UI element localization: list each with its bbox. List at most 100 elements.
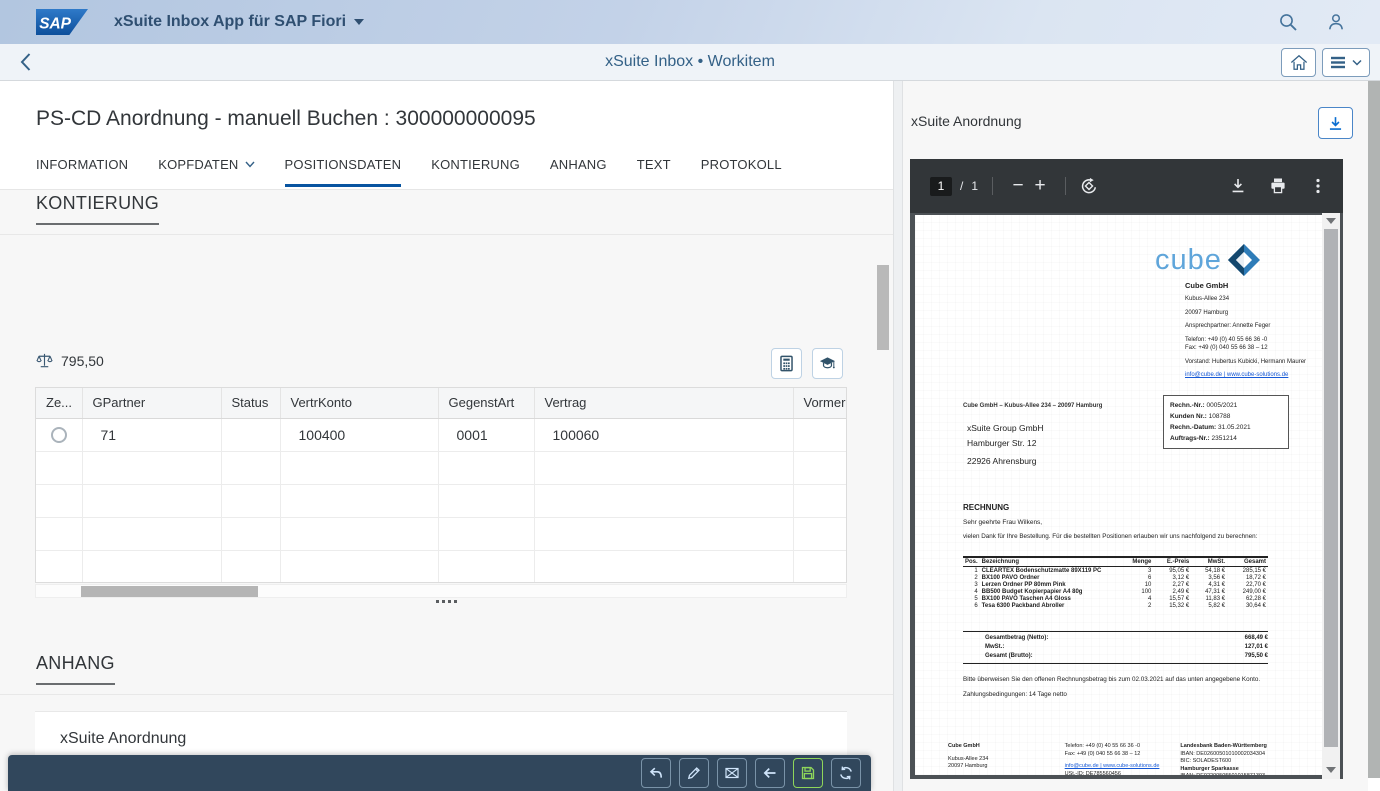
invoice-totals: Gesamtbetrag (Netto): 668,49 € MwSt.: 127,… — [963, 631, 1268, 664]
col-vormerk[interactable]: Vormerk — [793, 388, 846, 419]
tab-strip: INFORMATION KOPFDATEN POSITIONSDATEN KON… — [36, 157, 782, 187]
options-menu-button[interactable] — [1322, 47, 1370, 77]
resize-grip[interactable] — [436, 600, 457, 603]
table-row-empty[interactable] — [36, 451, 846, 485]
col-gpartner[interactable]: GPartner — [82, 388, 222, 419]
tab-information[interactable]: INFORMATION — [36, 157, 128, 187]
search-icon[interactable] — [1278, 12, 1298, 32]
invoice-page: cube Cube GmbH Kubus-Allee 234 20097 Ham… — [915, 215, 1322, 775]
table-row[interactable]: 71 100400 0001 100060 — [36, 418, 846, 452]
app-title-menu[interactable]: xSuite Inbox App für SAP Fiori — [114, 13, 365, 31]
table-horizontal-scrollbar[interactable] — [35, 584, 847, 598]
pdf-document-area: cube Cube GmbH Kubus-Allee 234 20097 Ham… — [910, 213, 1343, 779]
attachment-viewer-panel: xSuite Anordnung 1 / 1 − + cube Cube Gmb… — [903, 81, 1368, 791]
page-title: PS-CD Anordnung - manuell Buchen : 30000… — [36, 107, 536, 130]
section-content: KONTIERUNG 795,50 Ze... GPartner Status … — [0, 190, 893, 791]
invoice-sender-line: Cube GmbH – Kubus-Allee 234 – 20097 Hamb… — [963, 403, 1103, 409]
refresh-button[interactable] — [831, 758, 861, 788]
undo-button[interactable] — [641, 758, 671, 788]
table-row-empty[interactable] — [36, 517, 846, 551]
balance-scale-icon — [36, 353, 53, 368]
user-icon[interactable] — [1326, 12, 1346, 32]
download-attachment-button[interactable] — [1318, 107, 1353, 139]
tab-kopfdaten[interactable]: KOPFDATEN — [158, 157, 255, 187]
scroll-down-arrow[interactable] — [1326, 767, 1336, 773]
overflow-menu-icon[interactable] — [1309, 177, 1327, 195]
simulate-button[interactable] — [812, 348, 843, 379]
svg-text:SAP: SAP — [39, 16, 71, 33]
table-row-empty[interactable] — [36, 484, 846, 518]
invoice-footer: Cube GmbH Kubus-Allee 234 20097 Hamburg … — [948, 743, 1267, 775]
edit-button[interactable] — [679, 758, 709, 788]
pdf-vertical-scrollbar[interactable] — [1322, 213, 1340, 779]
rotate-icon[interactable] — [1080, 177, 1098, 195]
graduation-cap-icon — [819, 357, 836, 369]
balance-value: 795,50 — [61, 352, 104, 369]
invoice-payment-terms: Zahlungsbedingungen: 14 Tage netto — [963, 691, 1067, 698]
invoice-meta-box: Rechn.-Nr.: 0005/2021 Kunden Nr.: 108788… — [1163, 395, 1289, 449]
pdf-viewer: 1 / 1 − + cube Cube GmbH Kubus-Allee 234… — [910, 159, 1343, 779]
page-header-bar: xSuite Inbox • Workitem — [0, 44, 1380, 81]
pdf-scrollbar-thumb[interactable] — [1324, 229, 1338, 747]
col-vertrag[interactable]: Vertrag — [534, 388, 794, 419]
download-icon — [1329, 116, 1342, 130]
table-header-row: Ze... GPartner Status VertrKonto Gegenst… — [36, 388, 846, 419]
workitem-panel: PS-CD Anordnung - manuell Buchen : 30000… — [0, 81, 893, 791]
viewer-title: xSuite Anordnung — [911, 113, 1022, 129]
tab-positionsdaten[interactable]: POSITIONSDATEN — [284, 157, 402, 187]
col-gegenstart[interactable]: GegenstArt — [438, 388, 535, 419]
invoice-doc-title: RECHNUNG — [963, 503, 1010, 512]
row-select-radio[interactable] — [50, 427, 67, 444]
pdf-download-icon[interactable] — [1229, 177, 1247, 195]
col-zeile[interactable]: Ze... — [36, 388, 83, 419]
page-number-input[interactable]: 1 — [930, 176, 952, 196]
page-separator: / — [960, 179, 964, 193]
zoom-in-button[interactable]: + — [1029, 175, 1051, 197]
invoice-company-block: Cube GmbH Kubus-Allee 234 20097 Hamburg … — [1185, 281, 1312, 386]
panel-vertical-scrollbar[interactable] — [877, 265, 889, 350]
window-edge-scrollbar[interactable] — [1368, 81, 1380, 778]
breadcrumb-title: xSuite Inbox • Workitem — [605, 53, 775, 70]
col-vertrkonto[interactable]: VertrKonto — [280, 388, 439, 419]
section-kontierung-header: KONTIERUNG — [0, 190, 893, 235]
footer-links[interactable]: info@cube.de | www.cube-solutions.de — [1065, 763, 1181, 771]
panel-splitter[interactable] — [893, 81, 903, 791]
tab-kontierung[interactable]: KONTIERUNG — [431, 157, 520, 187]
tab-protokoll[interactable]: PROTOKOLL — [701, 157, 782, 187]
print-icon[interactable] — [1269, 177, 1287, 195]
mail-button[interactable] — [717, 758, 747, 788]
chevron-down-icon — [245, 161, 255, 168]
sap-logo[interactable]: SAP — [36, 9, 88, 35]
tab-anhang[interactable]: ANHANG — [550, 157, 607, 187]
mail-icon — [725, 767, 739, 779]
scrollbar-thumb[interactable] — [81, 586, 258, 597]
undo-icon — [649, 767, 662, 778]
tab-text[interactable]: TEXT — [637, 157, 671, 187]
chevron-down-icon — [354, 19, 365, 25]
invoice-recipient: xSuite Group GmbH Hamburger Str. 12 2292… — [967, 423, 1044, 466]
kontierung-table: Ze... GPartner Status VertrKonto Gegenst… — [35, 387, 847, 583]
table-row-empty[interactable] — [36, 550, 846, 582]
calculate-button[interactable] — [771, 348, 802, 379]
invoice-intro: vielen Dank für Ihre Bestellung. Für die… — [963, 533, 1258, 540]
arrow-left-icon — [763, 767, 776, 779]
home-button[interactable] — [1281, 47, 1316, 77]
col-status[interactable]: Status — [221, 388, 281, 419]
page-total: 1 — [971, 179, 979, 193]
menu-icon — [1331, 56, 1345, 68]
invoice-payment-note: Bitte überweisen Sie den offenen Rechnun… — [963, 676, 1261, 683]
section-title-anhang: ANHANG — [36, 653, 115, 685]
save-button[interactable] — [793, 758, 823, 788]
chevron-down-icon — [1352, 59, 1362, 66]
balance-indicator: 795,50 — [36, 352, 104, 369]
company-links[interactable]: info@cube.de | www.cube-solutions.de — [1185, 372, 1312, 380]
home-icon — [1290, 54, 1307, 70]
cube-diamond-icon — [1227, 244, 1260, 276]
application-window: SAP xSuite Inbox App für SAP Fiori xSuit… — [0, 0, 1380, 791]
invoice-salutation: Sehr geehrte Frau Wilkens, — [963, 519, 1043, 526]
scroll-up-arrow[interactable] — [1326, 218, 1336, 224]
back-step-button[interactable] — [755, 758, 785, 788]
back-icon[interactable] — [16, 52, 36, 72]
refresh-icon — [840, 766, 852, 780]
zoom-out-button[interactable]: − — [1007, 175, 1029, 197]
